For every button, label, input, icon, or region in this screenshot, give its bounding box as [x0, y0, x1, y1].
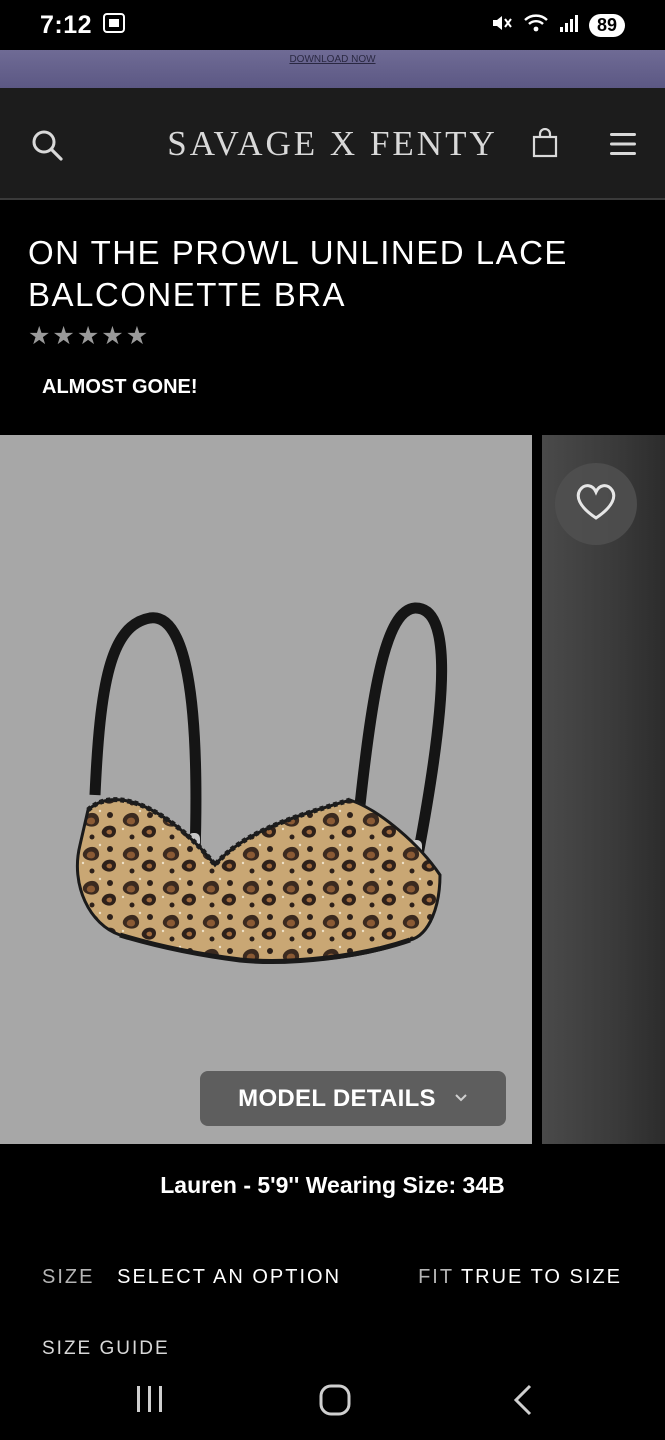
- screenshot-icon: [102, 11, 126, 40]
- status-left: 7:12: [40, 11, 126, 40]
- back-icon[interactable]: [508, 1382, 538, 1423]
- wifi-icon: [523, 12, 549, 39]
- product-page: 7:12 89 DOWNLOAD NOW SAVAGE X FENTY ON T…: [0, 0, 665, 1440]
- product-image-carousel[interactable]: [0, 435, 665, 1144]
- shopping-bag-icon[interactable]: [532, 127, 558, 158]
- chevron-down-icon: [454, 1090, 468, 1108]
- model-details-label: MODEL DETAILS: [238, 1084, 436, 1112]
- size-value: SELECT AN OPTION: [117, 1266, 342, 1288]
- signal-icon: [559, 12, 579, 39]
- heart-icon: [574, 482, 618, 527]
- size-select[interactable]: SIZE SELECT AN OPTION: [42, 1266, 341, 1289]
- favorite-button[interactable]: [555, 463, 637, 545]
- home-icon[interactable]: [318, 1382, 352, 1423]
- star-icon: ★: [28, 322, 51, 350]
- brand-logo[interactable]: SAVAGE X FENTY: [0, 124, 665, 164]
- download-now-link[interactable]: DOWNLOAD NOW: [0, 50, 665, 68]
- battery-indicator: 89: [589, 13, 625, 37]
- star-icon: ★: [125, 322, 149, 350]
- stock-badge: ALMOST GONE!: [42, 376, 198, 398]
- recent-apps-icon[interactable]: [134, 1382, 166, 1423]
- rating-stars[interactable]: ★ ★ ★ ★ ★: [28, 323, 148, 349]
- model-caption: Lauren - 5'9'' Wearing Size: 34B: [160, 1172, 505, 1198]
- fit-value: TRUE TO SIZE: [460, 1266, 622, 1288]
- fit-label: FIT: [418, 1266, 454, 1288]
- fit-info: FIT TRUE TO SIZE: [418, 1266, 622, 1289]
- star-icon: ★: [76, 322, 100, 350]
- hamburger-menu-icon[interactable]: [608, 130, 638, 158]
- status-right: 89: [491, 12, 625, 39]
- star-icon: ★: [101, 322, 124, 350]
- size-label: SIZE: [42, 1266, 95, 1288]
- site-header: SAVAGE X FENTY: [0, 88, 665, 200]
- system-navigation-bar: [0, 1362, 665, 1440]
- star-icon: ★: [52, 322, 75, 350]
- mute-icon: [491, 12, 513, 39]
- app-promo-banner: DOWNLOAD NOW: [0, 50, 665, 88]
- status-time: 7:12: [40, 10, 93, 39]
- model-details-button[interactable]: MODEL DETAILS: [200, 1071, 506, 1126]
- product-image[interactable]: [0, 435, 532, 1144]
- status-bar: 7:12 89: [0, 0, 665, 50]
- size-guide-link[interactable]: SIZE GUIDE: [42, 1338, 170, 1360]
- product-title: ON THE PROWL UNLINED LACE BALCONETTE BRA: [28, 234, 568, 313]
